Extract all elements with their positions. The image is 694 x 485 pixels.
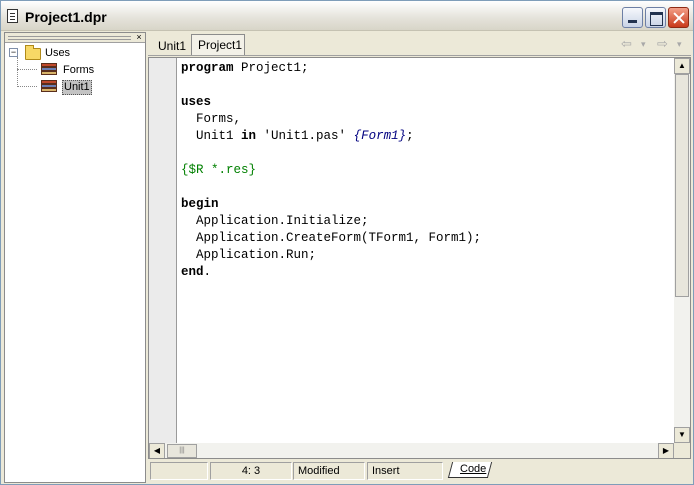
folder-icon bbox=[25, 45, 41, 60]
code-line[interactable]: Application.CreateForm(TForm1, Form1); bbox=[181, 230, 481, 247]
code-line[interactable] bbox=[181, 145, 481, 162]
code-line[interactable] bbox=[181, 77, 481, 94]
horizontal-scrollbar[interactable]: ◀ ||| ▶ bbox=[149, 443, 674, 458]
back-dropdown-icon[interactable]: ▾ bbox=[641, 39, 646, 50]
code-token: ; bbox=[406, 129, 414, 143]
scroll-up-icon[interactable]: ▲ bbox=[674, 58, 690, 74]
vertical-scrollbar[interactable]: ▲ ▼ bbox=[674, 58, 690, 443]
tree-item-label: Unit1 bbox=[62, 80, 92, 95]
code-line[interactable] bbox=[181, 179, 481, 196]
code-line[interactable]: Forms, bbox=[181, 111, 481, 128]
tree-item-label: Forms bbox=[63, 64, 95, 76]
tab-unit1[interactable]: Unit1 bbox=[152, 36, 188, 57]
tree-connector bbox=[17, 69, 37, 70]
status-blank bbox=[150, 462, 208, 480]
horizontal-scroll-thumb[interactable]: ||| bbox=[167, 444, 197, 458]
code-token: Project1; bbox=[233, 61, 309, 75]
ide-window: Project1.dpr × − Uses Forms Unit1 Unit1 … bbox=[0, 0, 694, 485]
code-line[interactable]: Unit1 in 'Unit1.pas' {Form1}; bbox=[181, 128, 481, 145]
forward-dropdown-icon[interactable]: ▾ bbox=[677, 39, 682, 50]
tree-item-label: Uses bbox=[45, 47, 71, 59]
tree-connector bbox=[17, 86, 37, 87]
code-line[interactable]: Application.Initialize; bbox=[181, 213, 481, 230]
code-area[interactable]: program Project1; uses Forms, Unit1 in '… bbox=[181, 60, 481, 281]
code-tab-label: Code bbox=[460, 463, 487, 475]
title-bar[interactable]: Project1.dpr bbox=[1, 1, 693, 31]
code-line[interactable]: uses bbox=[181, 94, 481, 111]
unit-books-icon bbox=[41, 63, 57, 77]
status-bar: 4: 3 Modified Insert Code bbox=[148, 460, 691, 482]
explorer-close-icon[interactable]: × bbox=[134, 33, 144, 42]
tree-item-forms[interactable]: Forms bbox=[41, 62, 141, 78]
status-modified: Modified bbox=[293, 462, 365, 480]
scroll-corner bbox=[674, 443, 690, 458]
status-cursor-position: 4: 3 bbox=[210, 462, 292, 480]
code-token: . bbox=[203, 265, 212, 279]
code-line[interactable]: program Project1; bbox=[181, 60, 481, 77]
vertical-scroll-thumb[interactable] bbox=[675, 74, 689, 297]
maximize-button[interactable] bbox=[645, 7, 666, 28]
code-token: {Form1} bbox=[353, 129, 407, 143]
scroll-down-icon[interactable]: ▼ bbox=[674, 427, 690, 443]
code-token: 'Unit1.pas' bbox=[256, 129, 354, 143]
code-token: Application.CreateForm(TForm1, Form1); bbox=[181, 231, 482, 245]
scroll-left-icon[interactable]: ◀ bbox=[149, 443, 165, 458]
navigation-arrows: ⇦ ▾ ⇨ ▾ bbox=[621, 36, 691, 52]
code-token: Forms, bbox=[181, 112, 242, 126]
collapse-toggle-icon[interactable]: − bbox=[9, 48, 18, 57]
code-token: end bbox=[181, 265, 204, 279]
code-token: Application.Run; bbox=[181, 248, 317, 262]
code-token: {$R *.res} bbox=[181, 163, 257, 177]
tab-code-view[interactable]: Code bbox=[447, 461, 496, 479]
unit-books-icon bbox=[41, 80, 57, 94]
tab-project1[interactable]: Project1 bbox=[191, 34, 245, 55]
explorer-header: × bbox=[5, 33, 145, 43]
code-token: begin bbox=[181, 197, 219, 211]
document-icon bbox=[7, 9, 18, 23]
editor-gutter[interactable] bbox=[149, 58, 177, 444]
tree-connector bbox=[17, 57, 18, 87]
code-token: Unit1 bbox=[181, 129, 242, 143]
code-token: program bbox=[181, 61, 234, 75]
editor-tabs: Unit1 Project1 ⇦ ▾ ⇨ ▾ bbox=[148, 32, 691, 56]
code-token: Application.Initialize; bbox=[181, 214, 369, 228]
tree-item-unit1[interactable]: Unit1 bbox=[41, 79, 141, 95]
code-line[interactable]: end. bbox=[181, 264, 481, 281]
code-token: in bbox=[241, 129, 257, 143]
back-arrow-icon[interactable]: ⇦ bbox=[621, 36, 632, 52]
project-explorer: × − Uses Forms Unit1 bbox=[4, 32, 146, 483]
code-line[interactable]: begin bbox=[181, 196, 481, 213]
code-editor[interactable]: program Project1; uses Forms, Unit1 in '… bbox=[148, 57, 691, 459]
explorer-grip[interactable] bbox=[8, 36, 131, 40]
code-token: uses bbox=[181, 95, 212, 109]
minimize-button[interactable] bbox=[622, 7, 643, 28]
close-button[interactable] bbox=[668, 7, 689, 28]
code-line[interactable]: Application.Run; bbox=[181, 247, 481, 264]
status-insert-mode: Insert bbox=[367, 462, 443, 480]
scroll-right-icon[interactable]: ▶ bbox=[658, 443, 674, 458]
tree-item-uses[interactable]: − Uses bbox=[9, 45, 139, 61]
forward-arrow-icon[interactable]: ⇨ bbox=[657, 36, 668, 52]
window-title: Project1.dpr bbox=[25, 9, 107, 25]
code-line[interactable]: {$R *.res} bbox=[181, 162, 481, 179]
